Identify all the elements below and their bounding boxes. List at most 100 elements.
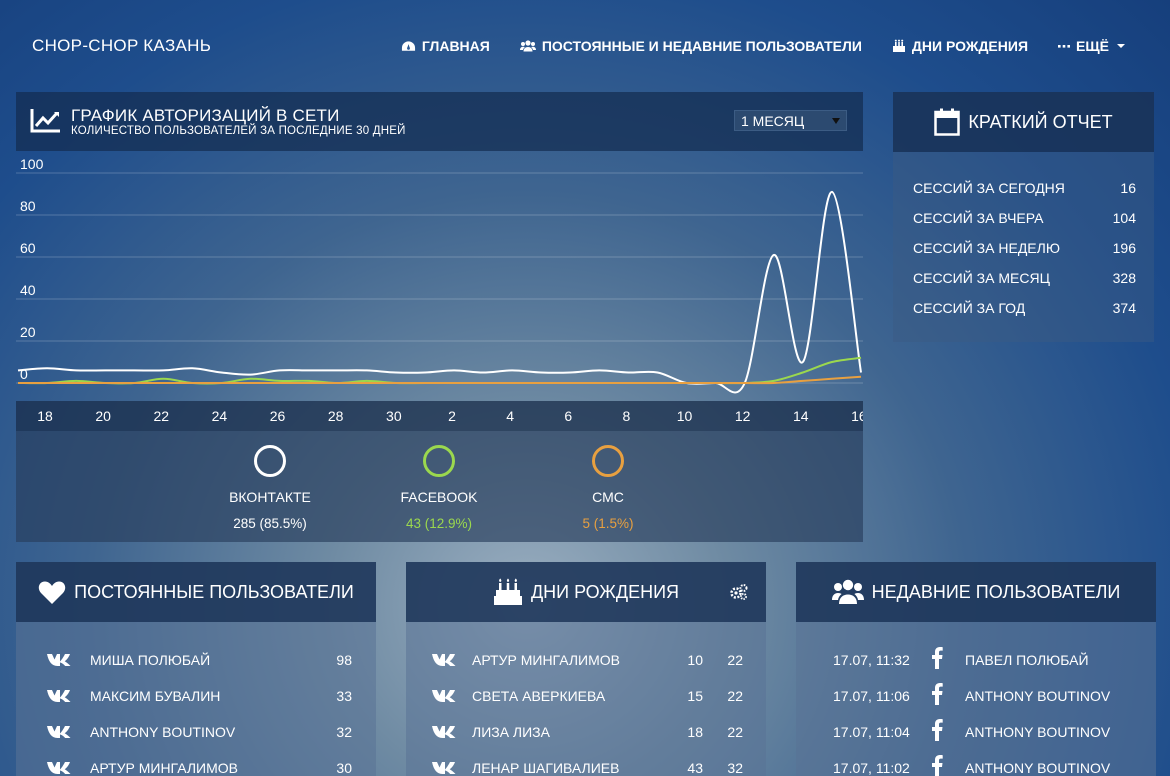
x-tick-label: 28	[328, 408, 344, 424]
recent-user-row[interactable]: 17.07, 11:02 ANTHONY BOUTINOV	[833, 755, 1133, 776]
legend-ring	[254, 445, 286, 477]
report-row: СЕССИЙ ЗА ВЧЕРА 104	[913, 210, 1136, 226]
facebook-icon	[932, 719, 943, 741]
vk-icon	[432, 654, 456, 666]
report-label: СЕССИЙ ЗА ВЧЕРА	[913, 210, 1044, 226]
visit-time: 17.07, 11:02	[833, 760, 910, 776]
user-name: СВЕТА АВЕРКИЕВА	[472, 688, 606, 704]
nav-item-home[interactable]: ГЛАВНАЯ	[401, 38, 490, 54]
nav-label: ЕЩЁ	[1076, 38, 1109, 54]
user-name: ANTHONY BOUTINOV	[90, 724, 236, 740]
x-tick-label: 22	[153, 408, 169, 424]
gears-icon[interactable]	[730, 584, 748, 600]
report-header: КРАТКИЙ ОТЧЕТ	[893, 92, 1154, 152]
chevron-down-icon	[832, 117, 840, 124]
x-tick-label: 30	[386, 408, 402, 424]
birthday-value-b: 22	[727, 724, 743, 740]
vk-icon	[47, 654, 71, 666]
user-name: МАКСИМ БУВАЛИН	[90, 688, 221, 704]
y-tick-label: 100	[20, 156, 44, 172]
series-line-0[interactable]	[17, 190, 862, 394]
birthday-row[interactable]: СВЕТА АВЕРКИЕВА 15 22	[431, 686, 743, 706]
chart-panel-header: ГРАФИК АВТОРИЗАЦИЙ В СЕТИ КОЛИЧЕСТВО ПОЛ…	[16, 92, 863, 151]
auth-chart-panel: ГРАФИК АВТОРИЗАЦИЙ В СЕТИ КОЛИЧЕСТВО ПОЛ…	[16, 92, 863, 542]
y-tick-label: 60	[20, 240, 36, 256]
legend-item-vk[interactable]: ВКОНТАКТЕ 285 (85.5%)	[190, 445, 350, 531]
user-name: ЛЕНАР ШАГИВАЛИЕВ	[472, 760, 620, 776]
short-report-panel: КРАТКИЙ ОТЧЕТ СЕССИЙ ЗА СЕГОДНЯ 16 СЕССИЙ…	[893, 92, 1154, 342]
user-name: ANTHONY BOUTINOV	[965, 760, 1111, 776]
x-tick-label: 26	[270, 408, 286, 424]
nav-label: ГЛАВНАЯ	[421, 38, 490, 54]
line-chart-icon	[30, 109, 60, 133]
x-tick-label: 24	[212, 408, 228, 424]
users-icon	[519, 40, 536, 52]
regular-users-header: ПОСТОЯННЫЕ ПОЛЬЗОВАТЕЛИ	[16, 562, 376, 622]
birthday-value-a: 15	[687, 688, 703, 704]
recent-user-row[interactable]: 17.07, 11:06 ANTHONY BOUTINOV	[833, 683, 1133, 706]
user-name: ЛИЗА ЛИЗА	[472, 724, 550, 740]
nav-item-more[interactable]: ЕЩЁ	[1058, 38, 1125, 54]
report-value: 374	[1112, 300, 1136, 316]
x-tick-label: 16	[851, 408, 863, 424]
visit-time: 17.07, 11:06	[833, 688, 910, 704]
vk-icon	[47, 762, 71, 774]
regular-user-row[interactable]: ANTHONY BOUTINOV 32	[46, 722, 352, 742]
series-line-2[interactable]	[17, 375, 862, 385]
report-label: СЕССИЙ ЗА СЕГОДНЯ	[913, 180, 1065, 196]
recent-users-header: НЕДАВНИЕ ПОЛЬЗОВАТЕЛИ	[796, 562, 1156, 622]
chart-title: ГРАФИК АВТОРИЗАЦИЙ В СЕТИ	[71, 106, 340, 125]
regular-users-panel: ПОСТОЯННЫЕ ПОЛЬЗОВАТЕЛИ МИША ПОЛЮБАЙ 98 …	[16, 562, 376, 776]
regular-user-row[interactable]: МАКСИМ БУВАЛИН 33	[46, 686, 352, 706]
calendar-icon	[934, 108, 961, 136]
x-tick-label: 6	[564, 408, 572, 424]
line-chart: 020406080100 18 20 22 24 26 28 30 2 4 6 8 10 12 14 16	[16, 156, 863, 431]
visit-count: 98	[336, 652, 352, 668]
recent-users-panel: НЕДАВНИЕ ПОЛЬЗОВАТЕЛИ 17.07, 11:32 ПАВЕЛ…	[796, 562, 1156, 776]
regular-user-row[interactable]: АРТУР МИНГАЛИМОВ 30	[46, 758, 352, 776]
birthday-row[interactable]: АРТУР МИНГАЛИМОВ 10 22	[431, 650, 743, 670]
nav-item-users[interactable]: ПОСТОЯННЫЕ И НЕДАВНИЕ ПОЛЬЗОВАТЕЛИ	[519, 38, 862, 54]
regular-user-row[interactable]: МИША ПОЛЮБАЙ 98	[46, 650, 352, 670]
birthday-value-a: 10	[687, 652, 703, 668]
legend-name: FACEBOOK	[400, 489, 478, 505]
report-row: СЕССИЙ ЗА ГОД 374	[913, 300, 1136, 316]
report-label: СЕССИЙ ЗА НЕДЕЛЮ	[913, 240, 1060, 256]
chevron-down-icon	[1117, 44, 1125, 48]
nav-item-birthdays[interactable]: ДНИ РОЖДЕНИЯ	[892, 38, 1028, 54]
report-value: 328	[1112, 270, 1136, 286]
report-title: КРАТКИЙ ОТЧЕТ	[968, 111, 1113, 132]
recent-user-row[interactable]: 17.07, 11:32 ПАВЕЛ ПОЛЮБАЙ	[833, 647, 1133, 670]
x-tick-label: 4	[506, 408, 514, 424]
x-tick-label: 12	[735, 408, 751, 424]
birthday-row[interactable]: ЛИЗА ЛИЗА 18 22	[431, 722, 743, 742]
report-value: 196	[1112, 240, 1136, 256]
ellipsis-icon	[1058, 45, 1071, 48]
period-select[interactable]: 1 МЕСЯЦ	[734, 110, 847, 131]
brand[interactable]: CHOP-CHOP КАЗАНЬ	[32, 36, 211, 56]
birthday-row[interactable]: ЛЕНАР ШАГИВАЛИЕВ 43 32	[431, 758, 743, 776]
legend-item-sms[interactable]: СМС 5 (1.5%)	[528, 445, 688, 531]
birthday-value-a: 43	[687, 760, 703, 776]
nav-menu: ГЛАВНАЯ ПОСТОЯННЫЕ И НЕДАВНИЕ ПОЛЬЗОВАТЕ…	[401, 38, 1125, 54]
legend-item-facebook[interactable]: FACEBOOK 43 (12.9%)	[359, 445, 519, 531]
panel-title: ПОСТОЯННЫЕ ПОЛЬЗОВАТЕЛИ	[74, 581, 354, 602]
report-row: СЕССИЙ ЗА НЕДЕЛЮ 196	[913, 240, 1136, 256]
y-tick-label: 80	[20, 198, 36, 214]
chart-legend: ВКОНТАКТЕ 285 (85.5%) FACEBOOK 43 (12.9%…	[16, 431, 863, 542]
birthday-cake-icon	[892, 39, 905, 52]
facebook-icon	[932, 755, 943, 776]
user-name: АРТУР МИНГАЛИМОВ	[90, 760, 238, 776]
heart-icon	[38, 581, 66, 604]
vk-icon	[432, 726, 456, 738]
x-tick-label: 10	[677, 408, 693, 424]
user-name: МИША ПОЛЮБАЙ	[90, 652, 211, 668]
legend-ring	[592, 445, 624, 477]
birthday-value-b: 22	[727, 688, 743, 704]
y-tick-label: 0	[20, 366, 28, 382]
recent-user-row[interactable]: 17.07, 11:04 ANTHONY BOUTINOV	[833, 719, 1133, 742]
facebook-icon	[932, 683, 943, 705]
facebook-icon	[932, 647, 943, 669]
birthdays-header: ДНИ РОЖДЕНИЯ	[406, 562, 766, 622]
vk-icon	[432, 690, 456, 702]
